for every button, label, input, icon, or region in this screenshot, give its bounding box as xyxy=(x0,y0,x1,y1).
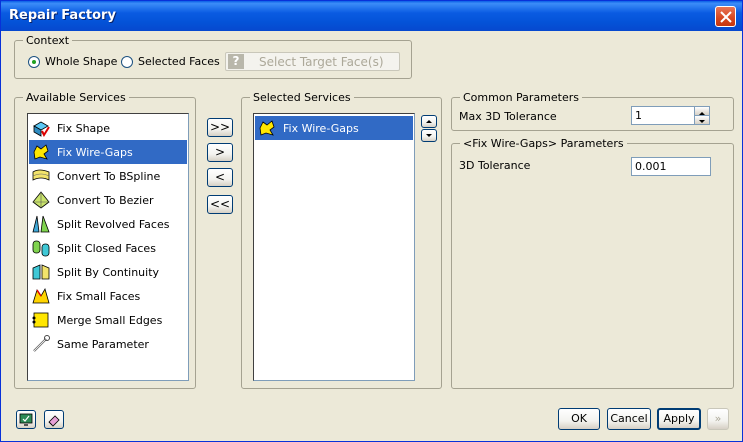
same-parameter-icon xyxy=(33,335,50,352)
selected-faces-label: Selected Faces xyxy=(138,55,220,68)
context-legend: Context xyxy=(23,34,73,47)
3d-tolerance-label: 3D Tolerance xyxy=(459,159,531,172)
max-tolerance-spin-down[interactable] xyxy=(694,115,710,125)
list-item-label: Merge Small Edges xyxy=(57,313,163,327)
list-item-convert-bezier[interactable]: Convert To Bezier xyxy=(29,188,187,212)
split-continuity-icon xyxy=(32,264,50,280)
apply-button[interactable]: Apply xyxy=(657,408,701,430)
list-item-merge-edges[interactable]: Merge Small Edges xyxy=(29,308,187,332)
remove-all-button[interactable]: << xyxy=(207,195,233,214)
list-item-label: Same Parameter xyxy=(57,337,149,351)
question-icon: ? xyxy=(228,54,244,69)
spin-down-icon xyxy=(699,120,705,123)
selected-faces-radio[interactable]: Selected Faces xyxy=(121,55,220,68)
3d-tolerance-input[interactable]: 0.001 xyxy=(631,157,711,176)
list-item-fix-small-faces[interactable]: Fix Small Faces xyxy=(29,284,187,308)
available-services-legend: Available Services xyxy=(23,91,129,104)
fix-small-faces-icon xyxy=(32,287,50,304)
eraser-icon xyxy=(48,415,60,427)
list-item-same-parameter[interactable]: Same Parameter xyxy=(29,332,187,356)
toggle-view-button[interactable] xyxy=(16,410,36,429)
whole-shape-label: Whole Shape xyxy=(45,55,118,68)
down-arrow-icon xyxy=(426,134,432,137)
list-item-label: Convert To BSpline xyxy=(57,169,161,183)
whole-shape-radio[interactable]: Whole Shape xyxy=(28,55,117,68)
add-button[interactable]: > xyxy=(207,143,233,162)
split-closed-icon xyxy=(32,240,50,257)
cancel-button[interactable]: Cancel xyxy=(607,408,651,430)
split-revolved-icon xyxy=(32,215,50,233)
fix-wire-gaps-parameters-legend: <Fix Wire-Gaps> Parameters xyxy=(460,137,627,150)
convert-bspline-icon xyxy=(32,169,50,181)
close-button[interactable] xyxy=(715,6,736,27)
list-item-label: Convert To Bezier xyxy=(57,193,154,207)
fix-wire-gaps-icon xyxy=(259,120,275,136)
add-all-button[interactable]: >> xyxy=(207,118,233,137)
list-item-label: Split Revolved Faces xyxy=(57,217,170,231)
whole-shape-radio-dot[interactable] xyxy=(28,55,40,68)
close-icon xyxy=(720,11,732,23)
available-services-list[interactable]: Fix Shape Fix Wire-Gaps Convert To BSpli… xyxy=(27,113,189,381)
up-arrow-icon xyxy=(426,120,432,123)
select-target-faces-button[interactable]: ? Select Target Face(s) xyxy=(225,52,400,71)
list-item-label: Fix Wire-Gaps xyxy=(57,145,133,159)
remove-button[interactable]: < xyxy=(207,168,233,187)
list-item-split-closed[interactable]: Split Closed Faces xyxy=(29,236,187,260)
max-3d-tolerance-input[interactable]: 1 xyxy=(631,106,695,125)
list-item-label: Split By Continuity xyxy=(57,265,160,279)
selected-item-fix-wire-gaps[interactable]: Fix Wire-Gaps xyxy=(255,116,413,140)
list-item-label: Fix Small Faces xyxy=(57,289,141,303)
max-3d-tolerance-label: Max 3D Tolerance xyxy=(459,110,557,123)
ok-button[interactable]: OK xyxy=(558,408,600,430)
repair-factory-dialog: Repair Factory Context Whole Shape Selec… xyxy=(0,0,743,442)
monitor-icon xyxy=(19,413,33,426)
window-title: Repair Factory xyxy=(9,8,116,23)
list-item-fix-shape[interactable]: Fix Shape xyxy=(29,116,187,140)
fix-shape-icon xyxy=(33,121,50,138)
selected-faces-radio-dot[interactable] xyxy=(121,55,133,68)
next-button[interactable]: » xyxy=(707,408,729,430)
list-item-label: Split Closed Faces xyxy=(57,241,156,255)
convert-bezier-icon xyxy=(32,191,50,209)
common-parameters-legend: Common Parameters xyxy=(460,91,582,104)
merge-edges-icon xyxy=(32,312,49,328)
list-item-split-continuity[interactable]: Split By Continuity xyxy=(29,260,187,284)
move-down-button[interactable] xyxy=(421,129,437,142)
eraser-button[interactable] xyxy=(44,410,64,429)
select-target-faces-label: Select Target Face(s) xyxy=(259,55,384,69)
fix-wire-gaps-parameters-group: <Fix Wire-Gaps> Parameters xyxy=(451,137,734,389)
list-item-label: Fix Shape xyxy=(57,121,111,135)
list-item-convert-bspline[interactable]: Convert To BSpline xyxy=(29,164,187,188)
title-bar[interactable]: Repair Factory xyxy=(1,1,742,31)
list-item-split-revolved[interactable]: Split Revolved Faces xyxy=(29,212,187,236)
selected-services-list[interactable]: Fix Wire-Gaps xyxy=(253,113,415,381)
move-up-button[interactable] xyxy=(421,115,437,128)
selected-services-legend: Selected Services xyxy=(250,91,354,104)
list-item-label: Fix Wire-Gaps xyxy=(283,121,359,135)
list-item-fix-wire-gaps[interactable]: Fix Wire-Gaps xyxy=(29,140,187,164)
fix-wire-gaps-icon xyxy=(33,144,49,160)
